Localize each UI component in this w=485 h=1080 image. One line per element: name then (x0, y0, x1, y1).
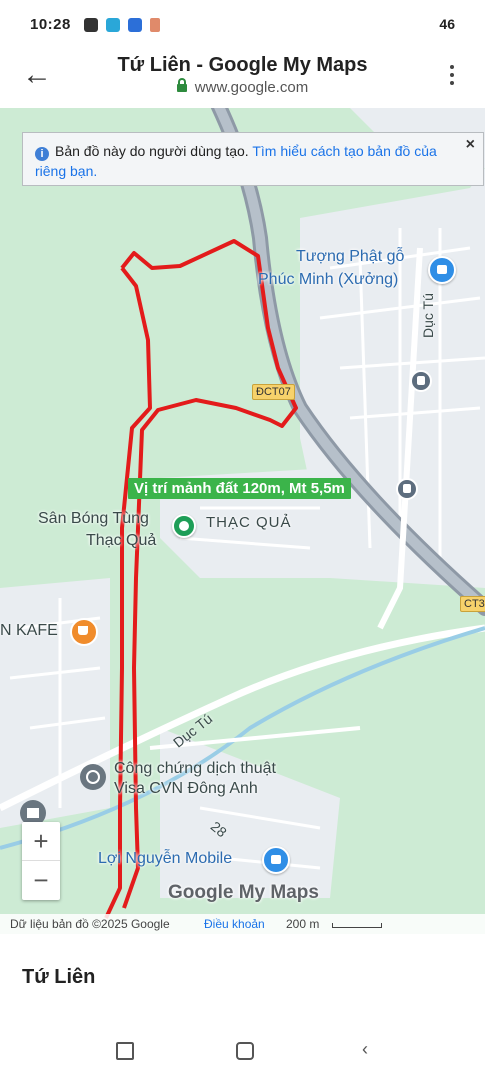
bus-stop-icon-2[interactable] (396, 478, 418, 500)
page-title: Tứ Liên - Google My Maps (117, 54, 368, 76)
poi-label-mobile[interactable]: Lợi Nguyễn Mobile (98, 850, 232, 868)
banner-text: Bản đồ này do người dùng tạo. (55, 143, 249, 159)
url-bar[interactable]: www.google.com (0, 78, 485, 96)
attribution-text: Dữ liệu bản đồ ©2025 Google (10, 917, 170, 931)
user-map-banner: i Bản đồ này do người dùng tạo. Tìm hiểu … (22, 132, 484, 186)
notification-icon (84, 18, 98, 32)
google-my-maps-logo: Google My Maps (168, 882, 319, 903)
zoom-out-button[interactable]: − (22, 861, 60, 899)
bottom-sheet[interactable]: Tứ Liên (0, 934, 485, 1022)
village-label: THẠC QUẢ (206, 514, 292, 531)
status-signal: 46 (439, 16, 455, 32)
system-nav-bar: ‹ (0, 1022, 485, 1080)
road-badge-dct: ĐCT07 (252, 384, 295, 400)
messenger-icon (106, 18, 120, 32)
scale-text: 200 m (286, 917, 320, 931)
browser-header: ← Tứ Liên - Google My Maps www.google.co… (0, 48, 485, 108)
shop-icon[interactable] (428, 256, 456, 284)
sports-field-icon[interactable] (172, 514, 196, 538)
poi-label-field-1[interactable]: Sân Bóng Tùng (38, 510, 149, 528)
zoom-in-button[interactable]: + (22, 822, 60, 860)
shop-icon-2[interactable] (262, 846, 290, 874)
urban-area-west (0, 578, 110, 828)
cafe-icon[interactable] (70, 618, 98, 646)
app-icon (128, 18, 142, 32)
more-menu-icon[interactable] (448, 62, 456, 92)
map-title: Tứ Liên (22, 966, 96, 988)
parcel-label[interactable]: Vị trí mảnh đất 120m, Mt 5,5m (128, 478, 351, 499)
poi-label-notary-2[interactable]: Visa CVN Đông Anh (114, 780, 258, 798)
app-small-icon (150, 18, 160, 32)
scale-bar (332, 923, 382, 928)
status-bar: 10:28 46 (0, 0, 485, 48)
home-icon[interactable] (236, 1042, 254, 1060)
notary-icon[interactable] (80, 764, 106, 790)
poi-label-statue-2[interactable]: Phúc Minh (Xưởng) (258, 271, 398, 289)
bus-stop-icon[interactable] (410, 370, 432, 392)
back-icon[interactable]: ‹ (362, 1040, 368, 1058)
recent-apps-icon[interactable] (116, 1042, 134, 1060)
attribution-bar: Dữ liệu bản đồ ©2025 Google Điều khoản 2… (0, 914, 485, 934)
road-label-duc-tu-north: Dục Tú (420, 293, 436, 338)
status-time: 10:28 (30, 16, 71, 33)
url-text: www.google.com (194, 79, 309, 96)
poi-label-notary-1[interactable]: Công chứng dịch thuật (114, 760, 276, 778)
terms-link[interactable]: Điều khoản (204, 917, 265, 931)
poi-label-cafe[interactable]: N KAFE (0, 622, 58, 640)
parcel-outline-west (104, 266, 152, 919)
urban-area-south (160, 728, 340, 898)
close-icon[interactable]: × (466, 135, 475, 155)
lock-icon (176, 78, 187, 92)
poi-label-field-2[interactable]: Thạc Quả (86, 532, 156, 550)
road-badge-ct: CT3 (460, 596, 485, 612)
map-view[interactable]: i Bản đồ này do người dùng tạo. Tìm hiểu … (0, 108, 485, 934)
zoom-controls: + − (22, 822, 60, 900)
poi-label-statue-1[interactable]: Tượng Phật gỗ (296, 248, 404, 266)
info-icon: i (35, 147, 49, 161)
